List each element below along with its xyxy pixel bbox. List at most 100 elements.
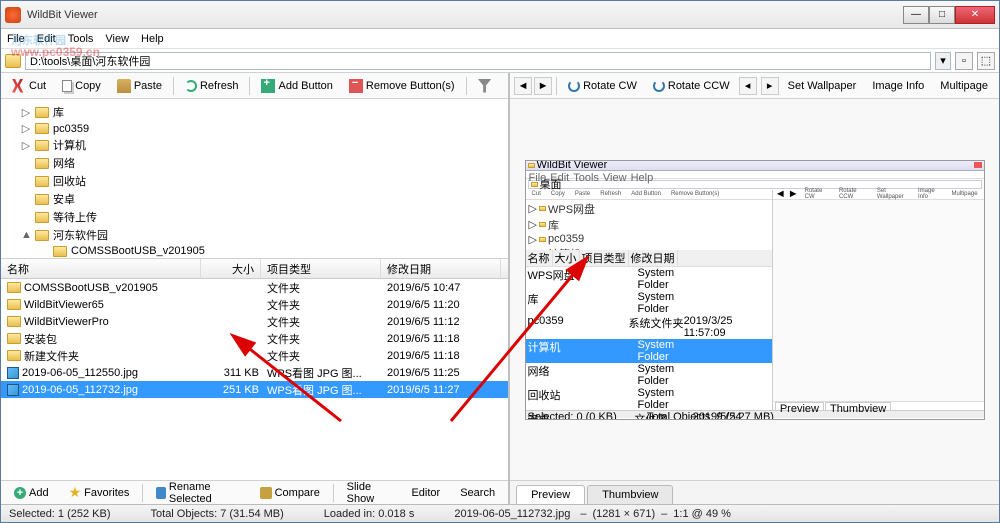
- window-title: WildBit Viewer: [27, 9, 903, 21]
- right-pane: ◄ ► Rotate CW Rotate CCW ◂ ▸ Set Wallpap…: [510, 73, 999, 504]
- tree-label: 等待上传: [53, 209, 97, 225]
- folder-icon: [5, 54, 21, 68]
- set-wallpaper-button[interactable]: Set Wallpaper: [781, 77, 864, 95]
- menu-file[interactable]: File: [7, 33, 25, 45]
- col-name[interactable]: 名称: [1, 259, 201, 278]
- tab-thumbview[interactable]: Thumbview: [587, 485, 673, 504]
- rotate-cw-button[interactable]: Rotate CW: [561, 77, 644, 95]
- tree-item[interactable]: ▷计算机: [5, 136, 504, 154]
- tab-preview[interactable]: Preview: [516, 485, 585, 504]
- remove-toolbar-button[interactable]: Remove Button(s): [342, 76, 462, 96]
- separator: [173, 77, 174, 95]
- slideshow-button[interactable]: Slide Show: [338, 478, 401, 508]
- separator: [466, 77, 467, 95]
- file-type: 文件夹: [263, 314, 383, 330]
- tree-item[interactable]: ▲河东软件园: [5, 226, 504, 244]
- file-name: 新建文件夹: [24, 348, 79, 364]
- minimize-button[interactable]: —: [903, 6, 929, 24]
- status-selected: Selected: 1 (252 KB): [9, 508, 111, 520]
- folder-icon: [35, 140, 49, 151]
- tree-label: 安卓: [53, 191, 75, 207]
- multipage-button[interactable]: Multipage: [933, 77, 995, 95]
- file-row[interactable]: 2019-06-05_112732.jpg251 KBWPS看图 JPG 图..…: [1, 381, 508, 398]
- nav-next-small[interactable]: ▸: [761, 77, 779, 95]
- file-list[interactable]: COMSSBootUSB_v201905文件夹2019/6/5 10:47 Wil…: [1, 279, 508, 480]
- plus-icon: +: [14, 487, 26, 499]
- file-row[interactable]: WildBitViewerPro文件夹2019/6/5 11:12: [1, 313, 508, 330]
- editor-button[interactable]: Editor: [402, 484, 449, 502]
- file-row[interactable]: COMSSBootUSB_v201905文件夹2019/6/5 10:47: [1, 279, 508, 296]
- folder-icon: [7, 350, 21, 361]
- next-button[interactable]: ►: [534, 77, 552, 95]
- add-toolbar-button[interactable]: Add Button: [254, 76, 339, 96]
- file-name: WildBitViewer65: [24, 299, 104, 311]
- star-icon: ★: [69, 484, 82, 501]
- file-row[interactable]: 安装包文件夹2019/6/5 11:18: [1, 330, 508, 347]
- file-type: 文件夹: [263, 297, 383, 313]
- paste-button[interactable]: Paste: [110, 76, 169, 96]
- rotate-ccw-button[interactable]: Rotate CCW: [646, 77, 737, 95]
- file-date: 2019/6/5 11:12: [383, 316, 503, 328]
- file-date: 2019/6/5 11:25: [383, 367, 503, 379]
- separator: [249, 77, 250, 95]
- col-date[interactable]: 修改日期: [381, 259, 501, 278]
- compare-icon: [260, 487, 272, 499]
- folder-icon: [35, 107, 49, 118]
- nav-prev-small[interactable]: ◂: [739, 77, 757, 95]
- address-bar: ▾ ▫ ⬚: [1, 49, 999, 73]
- folder-icon: [7, 282, 21, 293]
- folder-icon: [35, 230, 49, 241]
- file-row[interactable]: WildBitViewer65文件夹2019/6/5 11:20: [1, 296, 508, 313]
- filter-button[interactable]: [471, 76, 499, 96]
- img-icon: [7, 367, 19, 379]
- refresh-button[interactable]: Refresh: [178, 77, 246, 95]
- col-size[interactable]: 大小: [201, 259, 261, 278]
- rotate-cw-icon: [568, 80, 580, 92]
- file-date: 2019/6/5 11:18: [383, 350, 503, 362]
- search-button[interactable]: Search: [451, 484, 504, 502]
- menu-view[interactable]: View: [105, 33, 129, 45]
- tree-label: 网络: [53, 155, 75, 171]
- address-dropdown[interactable]: ▾: [935, 52, 951, 70]
- maximize-button[interactable]: □: [929, 6, 955, 24]
- prev-button[interactable]: ◄: [514, 77, 532, 95]
- menu-edit[interactable]: Edit: [37, 33, 56, 45]
- tree-item[interactable]: ▷库: [5, 103, 504, 121]
- address-input[interactable]: [25, 52, 931, 70]
- expand-icon[interactable]: ▲: [21, 229, 31, 241]
- image-info-button[interactable]: Image Info: [865, 77, 931, 95]
- expand-icon[interactable]: ▷: [21, 139, 31, 152]
- tree-item[interactable]: 安卓: [5, 190, 504, 208]
- file-row[interactable]: 2019-06-05_112550.jpg311 KBWPS看图 JPG 图..…: [1, 364, 508, 381]
- titlebar: WildBit Viewer — □ ✕: [1, 1, 999, 29]
- file-row[interactable]: 新建文件夹文件夹2019/6/5 11:18: [1, 347, 508, 364]
- menu-help[interactable]: Help: [141, 33, 164, 45]
- col-type[interactable]: 项目类型: [261, 259, 381, 278]
- file-date: 2019/6/5 11:18: [383, 333, 503, 345]
- menu-tools[interactable]: Tools: [68, 33, 94, 45]
- tree-item[interactable]: ▷ pc0359: [5, 121, 504, 136]
- favorites-button[interactable]: ★Favorites: [60, 481, 139, 504]
- tree-item[interactable]: COMSSBootUSB_v201905: [5, 244, 504, 258]
- file-name: 安装包: [24, 331, 57, 347]
- close-button[interactable]: ✕: [955, 6, 995, 24]
- folder-icon: [7, 333, 21, 344]
- compare-button[interactable]: Compare: [251, 484, 329, 502]
- right-toolbar: ◄ ► Rotate CW Rotate CCW ◂ ▸ Set Wallpap…: [510, 73, 999, 99]
- tree-item[interactable]: 网络: [5, 154, 504, 172]
- expand-icon[interactable]: ▷: [21, 106, 31, 119]
- tree-label: pc0359: [53, 123, 89, 135]
- folder-tree[interactable]: ▷库▷pc0359▷计算机网络回收站安卓等待上传▲河东软件园COMSSBootU…: [1, 99, 508, 259]
- copy-button[interactable]: Copy: [55, 77, 108, 95]
- preview-area[interactable]: WildBit ViewerFileEditToolsViewHelp桌面Cut…: [510, 99, 999, 480]
- file-type: 文件夹: [263, 280, 383, 296]
- rename-button[interactable]: Rename Selected: [147, 478, 248, 508]
- tree-item[interactable]: 等待上传: [5, 208, 504, 226]
- tree-item[interactable]: 回收站: [5, 172, 504, 190]
- expand-icon[interactable]: ▷: [21, 122, 31, 135]
- addr-extra-button-1[interactable]: ▫: [955, 52, 973, 70]
- cut-button[interactable]: Cut: [5, 76, 53, 96]
- addr-extra-button-2[interactable]: ⬚: [977, 52, 995, 70]
- left-pane: Cut Copy Paste Refresh Add Button Remove…: [1, 73, 510, 504]
- add-button[interactable]: +Add: [5, 484, 58, 502]
